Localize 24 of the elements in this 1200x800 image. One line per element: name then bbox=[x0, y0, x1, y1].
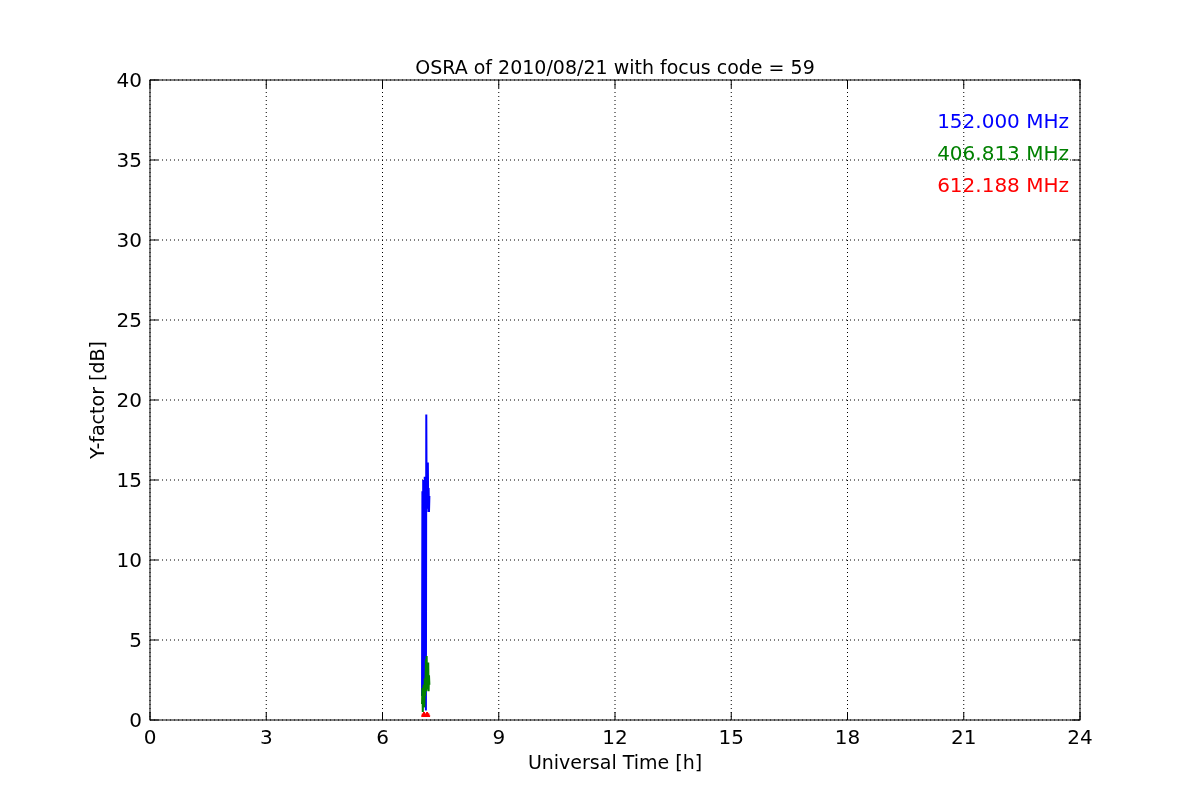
y-tick-label: 15 bbox=[116, 468, 142, 492]
x-tick-label: 3 bbox=[259, 725, 273, 749]
x-tick-label: 18 bbox=[834, 725, 861, 749]
y-tick-label: 20 bbox=[116, 388, 142, 412]
y-tick-label: 35 bbox=[116, 148, 142, 172]
y-axis-label: Y-factor [dB] bbox=[86, 341, 108, 459]
y-tick-label: 5 bbox=[129, 628, 142, 652]
x-tick-label: 15 bbox=[718, 725, 744, 749]
x-tick-label: 0 bbox=[143, 725, 157, 749]
legend-label: 612.188 MHz bbox=[937, 173, 1069, 197]
y-tick-label: 30 bbox=[116, 228, 142, 252]
chart-title: OSRA of 2010/08/21 with focus code = 59 bbox=[415, 56, 815, 78]
legend-label: 152.000 MHz bbox=[937, 109, 1069, 133]
y-tick-label: 25 bbox=[116, 308, 142, 332]
x-axis-label: Universal Time [h] bbox=[527, 751, 703, 773]
legend-label: 406.813 MHz bbox=[937, 141, 1069, 165]
y-tick-label: 40 bbox=[116, 68, 142, 92]
y-tick-label: 10 bbox=[116, 548, 142, 572]
x-tick-label: 6 bbox=[376, 725, 389, 749]
x-tick-label: 21 bbox=[951, 725, 977, 749]
x-tick-label: 9 bbox=[492, 725, 506, 749]
y-tick-label: 0 bbox=[129, 708, 142, 732]
x-tick-label: 24 bbox=[1067, 725, 1093, 749]
x-tick-label: 12 bbox=[602, 725, 628, 749]
